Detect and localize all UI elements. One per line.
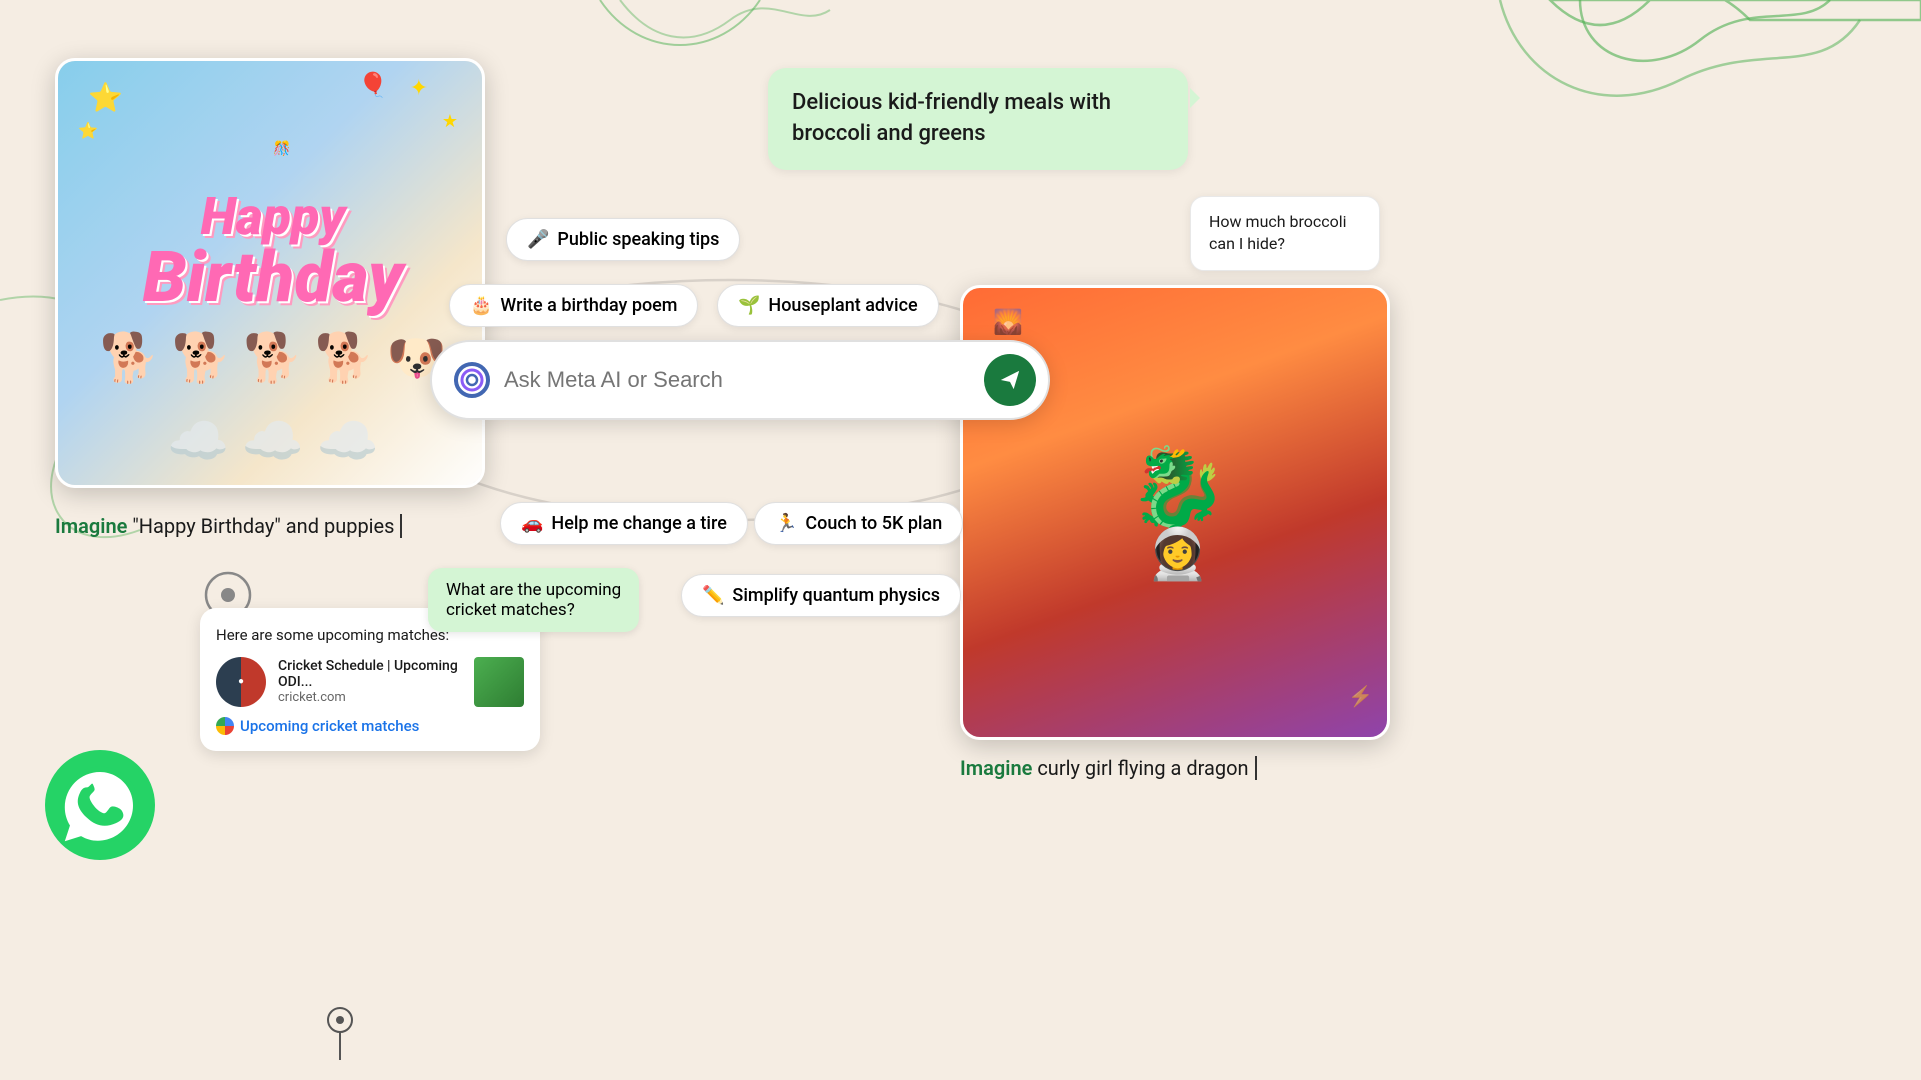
broccoli-bubble-text: How much broccoli can I hide? — [1209, 212, 1347, 253]
result-domain: cricket.com — [278, 690, 462, 705]
meta-ai-icon — [452, 360, 492, 400]
chip-emoji: ✏️ — [702, 585, 724, 606]
result-intro-text: Here are some upcoming matches: — [216, 626, 449, 644]
cricket-result-details: Cricket Schedule | Upcoming ODI... crick… — [278, 658, 462, 705]
chip-emoji: 🚗 — [521, 513, 543, 534]
google-search-link[interactable]: Upcoming cricket matches — [216, 717, 524, 735]
birthday-text-birthday: Birthday — [143, 237, 403, 319]
chip-label: Write a birthday poem — [500, 295, 677, 316]
chip-label: Public speaking tips — [557, 229, 719, 250]
cricket-logo: ● — [216, 657, 266, 707]
cricket-question-text: What are the upcomingcricket matches? — [446, 580, 621, 620]
whatsapp-icon[interactable] — [45, 750, 155, 860]
chip-emoji: 🎂 — [470, 295, 492, 316]
chip-label: Simplify quantum physics — [732, 585, 940, 606]
chip-public-speaking[interactable]: 🎤 Public speaking tips — [506, 218, 740, 261]
chip-label: Help me change a tire — [551, 513, 726, 534]
search-container — [430, 340, 1050, 420]
result-title: Cricket Schedule | Upcoming ODI... — [278, 658, 462, 690]
chip-couch-5k[interactable]: 🏃 Couch to 5K plan — [754, 502, 963, 545]
chip-birthday-poem[interactable]: 🎂 Write a birthday poem — [449, 284, 698, 327]
chip-emoji: 🏃 — [775, 513, 797, 534]
puppies: 🐕 🐕 🐕 🐕 🐶 — [100, 329, 446, 386]
chip-change-tire[interactable]: 🚗 Help me change a tire — [500, 502, 748, 545]
cricket-question-bubble: What are the upcomingcricket matches? — [428, 568, 639, 632]
dragon-caption: Imagine curly girl flying a dragon — [960, 756, 1257, 780]
meals-speech-bubble: Delicious kid-friendly meals with brocco… — [768, 68, 1188, 170]
imagine-label-dragon: Imagine — [960, 756, 1032, 780]
imagine-label: Imagine — [55, 514, 127, 538]
chip-houseplant[interactable]: 🌱 Houseplant advice — [717, 284, 939, 327]
birthday-caption: Imagine "Happy Birthday" and puppies — [55, 514, 402, 538]
dragon-caption-text: curly girl flying a dragon — [1032, 756, 1248, 780]
search-submit-button[interactable] — [984, 354, 1036, 406]
chip-emoji: 🌱 — [738, 295, 760, 316]
birthday-caption-text: "Happy Birthday" and puppies — [127, 514, 394, 538]
cricket-result-item[interactable]: ● Cricket Schedule | Upcoming ODI... cri… — [216, 657, 524, 707]
chip-label: Houseplant advice — [768, 295, 917, 316]
birthday-image-card: ⭐ ✦ ★ ⭐ 🎈 Happy Birthday 🐕 🐕 🐕 🐕 🐶 ☁️ ☁️… — [55, 58, 485, 488]
google-icon — [216, 717, 234, 735]
chip-quantum[interactable]: ✏️ Simplify quantum physics — [681, 574, 961, 617]
chip-label: Couch to 5K plan — [805, 513, 942, 534]
chip-emoji: 🎤 — [527, 229, 549, 250]
google-link-text: Upcoming cricket matches — [240, 717, 419, 735]
search-bar[interactable] — [430, 340, 1050, 420]
search-input[interactable] — [504, 367, 972, 393]
broccoli-speech-bubble: How much broccoli can I hide? — [1190, 196, 1380, 271]
meals-bubble-text: Delicious kid-friendly meals with brocco… — [792, 90, 1111, 146]
